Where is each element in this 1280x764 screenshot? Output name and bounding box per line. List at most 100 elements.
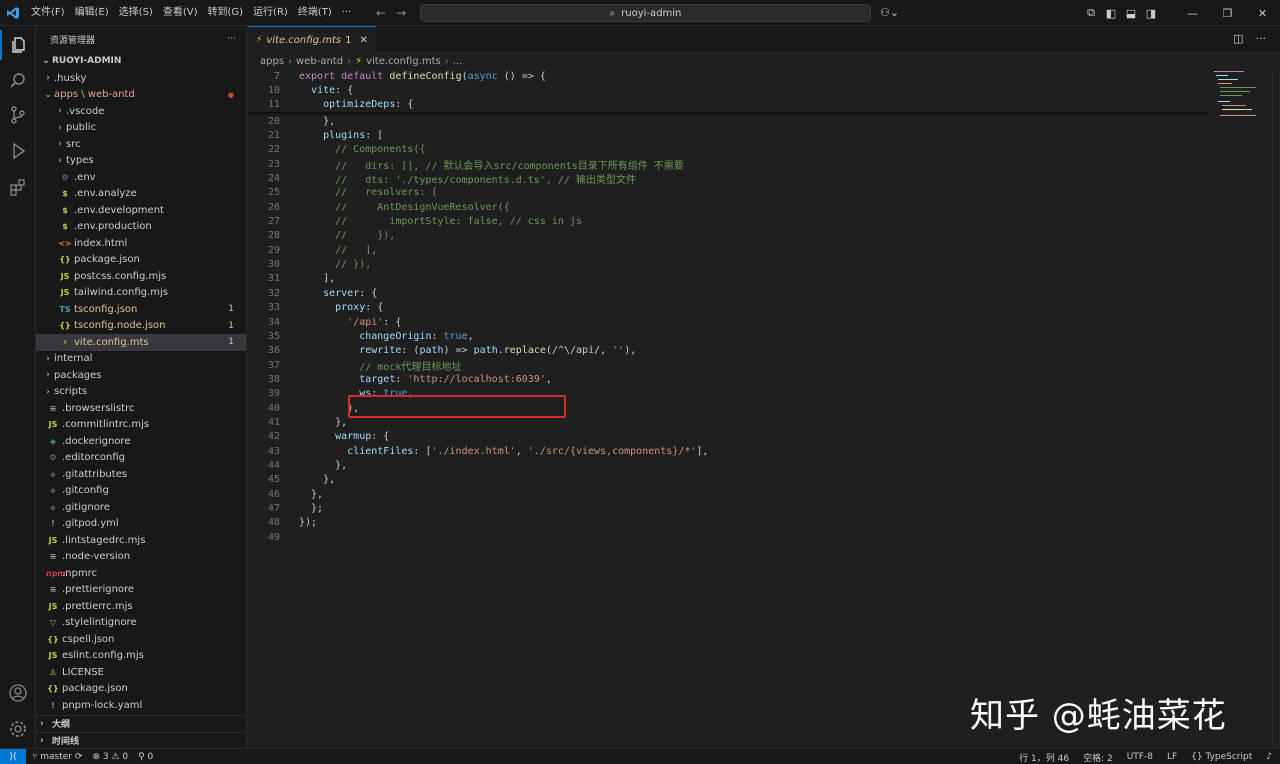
tree-file[interactable]: ♙ LICENSE <box>36 664 246 681</box>
project-root[interactable]: ⌄ RUOYI-ADMIN <box>36 52 246 70</box>
tree-file[interactable]: ◆ .gitconfig <box>36 483 246 500</box>
tree-folder[interactable]: ⌄ apps \ web-antd ● <box>36 87 246 104</box>
eol-status[interactable]: LF <box>1167 752 1177 762</box>
tree-file[interactable]: JS tailwind.config.mjs <box>36 285 246 302</box>
tree-file[interactable]: ⚡ vite.config.mts 1 <box>36 334 246 351</box>
tree-file[interactable]: $ .env.development <box>36 202 246 219</box>
tree-file[interactable]: <> index.html <box>36 235 246 252</box>
split-editor-icon[interactable]: ◫ <box>1233 32 1243 45</box>
toggle-secondary-sidebar-icon[interactable]: ◨ <box>1141 7 1161 20</box>
tree-file[interactable]: ◆ .gitignore <box>36 499 246 516</box>
chevron-right-icon: › <box>58 155 62 166</box>
tree-folder[interactable]: › src <box>36 136 246 153</box>
breadcrumb-item[interactable]: apps <box>260 56 284 67</box>
tree-folder[interactable]: › .vscode <box>36 103 246 120</box>
code-view[interactable]: 7 export default defineConfig(async () =>… <box>248 69 1208 544</box>
menu-item[interactable]: 选择(S) <box>114 0 158 26</box>
tree-folder[interactable]: › packages <box>36 367 246 384</box>
language-mode[interactable]: {} TypeScript <box>1191 752 1252 762</box>
tree-file[interactable]: ≡ .node-version <box>36 549 246 566</box>
tree-file[interactable]: ≡ .browserslistrc <box>36 400 246 417</box>
problems-status[interactable]: ⊗ 3 ⚠ 0 <box>92 752 128 762</box>
tree-file[interactable]: JS .commitlintrc.mjs <box>36 417 246 434</box>
breadcrumb-item[interactable]: web-antd <box>296 56 343 67</box>
menu-item[interactable]: 文件(F) <box>26 0 70 26</box>
tree-file[interactable]: JS .prettierrc.mjs <box>36 598 246 615</box>
code-line: 21 plugins: [ <box>248 128 1208 142</box>
outline-section[interactable]: › 大纲 <box>36 715 247 731</box>
account-icon[interactable] <box>0 678 36 708</box>
back-arrow-icon[interactable]: ← <box>376 0 386 26</box>
indentation-status[interactable]: 空格: 2 <box>1083 751 1113 764</box>
breadcrumb-item[interactable]: ... <box>453 56 463 67</box>
copilot-icon[interactable]: ⚇⌄ <box>880 0 899 26</box>
remote-indicator-icon[interactable]: ⟩⟨ <box>0 748 26 764</box>
source-control-icon[interactable] <box>0 100 36 130</box>
extensions-icon[interactable] <box>0 172 36 202</box>
tree-file[interactable]: npm .npmrc <box>36 565 246 582</box>
run-debug-icon[interactable] <box>0 136 36 166</box>
code-line: 10 vite: { <box>248 83 1208 97</box>
tree-item-label: .commitlintrc.mjs <box>62 419 150 431</box>
restore-icon[interactable]: ❐ <box>1210 7 1245 20</box>
tree-file[interactable]: ▽ .stylelintignore <box>36 615 246 632</box>
tree-file[interactable]: ⚙ .editorconfig <box>36 450 246 467</box>
tree-file[interactable]: TS tsconfig.json 1 <box>36 301 246 318</box>
ports-status[interactable]: ⚲ 0 <box>138 752 153 762</box>
menu-item[interactable]: ··· <box>337 0 357 26</box>
tree-folder[interactable]: › types <box>36 153 246 170</box>
tree-file[interactable]: $ .env.production <box>36 219 246 236</box>
line-number: 41 <box>267 416 280 428</box>
tree-folder[interactable]: › internal <box>36 351 246 368</box>
manage-gear-icon[interactable] <box>0 714 36 744</box>
explorer-icon[interactable] <box>0 30 36 60</box>
branch-status[interactable]: ⑂ master ⟳ <box>32 752 82 762</box>
tree-file[interactable]: {} cspell.json <box>36 631 246 648</box>
timeline-section[interactable]: › 时间线 <box>36 732 247 748</box>
tree-file[interactable]: JS .lintstagedrc.mjs <box>36 532 246 549</box>
tree-file[interactable]: {} package.json <box>36 252 246 269</box>
menu-item[interactable]: 终端(T) <box>293 0 337 26</box>
tree-folder[interactable]: › public <box>36 120 246 137</box>
tree-file[interactable]: {} tsconfig.node.json 1 <box>36 318 246 335</box>
tree-file[interactable]: ⚙ .env <box>36 169 246 186</box>
tree-file[interactable]: JS postcss.config.mjs <box>36 268 246 285</box>
tree-file[interactable]: ! .gitpod.yml <box>36 516 246 533</box>
tree-folder[interactable]: › .husky <box>36 70 246 87</box>
customize-layout-icon[interactable]: ⧉ <box>1081 6 1101 20</box>
search-activity-icon[interactable] <box>0 66 36 96</box>
command-center-search[interactable]: ⌕ ruoyi-admin <box>420 4 871 22</box>
tree-item-label: .husky <box>54 72 87 84</box>
forward-arrow-icon[interactable]: → <box>396 0 406 26</box>
tree-file[interactable]: ◈ .dockerignore <box>36 433 246 450</box>
editor-more-icon[interactable]: ··· <box>1256 32 1267 45</box>
tree-file[interactable]: ◆ .gitattributes <box>36 466 246 483</box>
encoding-status[interactable]: UTF-8 <box>1127 752 1153 762</box>
close-tab-icon[interactable]: ✕ <box>359 35 367 46</box>
close-window-icon[interactable]: ✕ <box>1245 7 1280 20</box>
tree-folder[interactable]: › scripts <box>36 384 246 401</box>
nav-arrows: ← → <box>376 0 406 26</box>
breadcrumb-separator-icon: › <box>288 55 293 67</box>
more-actions-icon[interactable]: ··· <box>227 34 236 44</box>
notifications-bell-icon[interactable]: ♪ <box>1266 752 1272 762</box>
toggle-sidebar-icon[interactable]: ◧ <box>1101 7 1121 20</box>
toggle-panel-icon[interactable]: ⬓ <box>1121 7 1141 20</box>
minimap[interactable] <box>1212 69 1272 129</box>
menu-item[interactable]: 编辑(E) <box>70 0 114 26</box>
cursor-position[interactable]: 行 1，列 46 <box>1019 751 1069 764</box>
vertical-scrollbar[interactable] <box>1272 69 1280 748</box>
tree-file[interactable]: JS eslint.config.mjs <box>36 648 246 665</box>
tree-item-badge: ● <box>227 90 234 99</box>
tree-file[interactable]: ≡ .prettierignore <box>36 582 246 599</box>
menu-item[interactable]: 转到(G) <box>203 0 249 26</box>
menu-item[interactable]: 运行(R) <box>248 0 293 26</box>
minimize-icon[interactable]: — <box>1175 7 1210 20</box>
tree-file[interactable]: $ .env.analyze <box>36 186 246 203</box>
tree-file[interactable]: ! pnpm-lock.yaml <box>36 697 246 714</box>
breadcrumb-item[interactable]: vite.config.mts <box>366 56 441 67</box>
git-file-icon: ◆ <box>49 502 57 512</box>
menu-item[interactable]: 查看(V) <box>158 0 203 26</box>
tree-file[interactable]: {} package.json <box>36 681 246 698</box>
tab-vite-config[interactable]: ⚡ vite.config.mts 1 ✕ <box>248 26 376 53</box>
